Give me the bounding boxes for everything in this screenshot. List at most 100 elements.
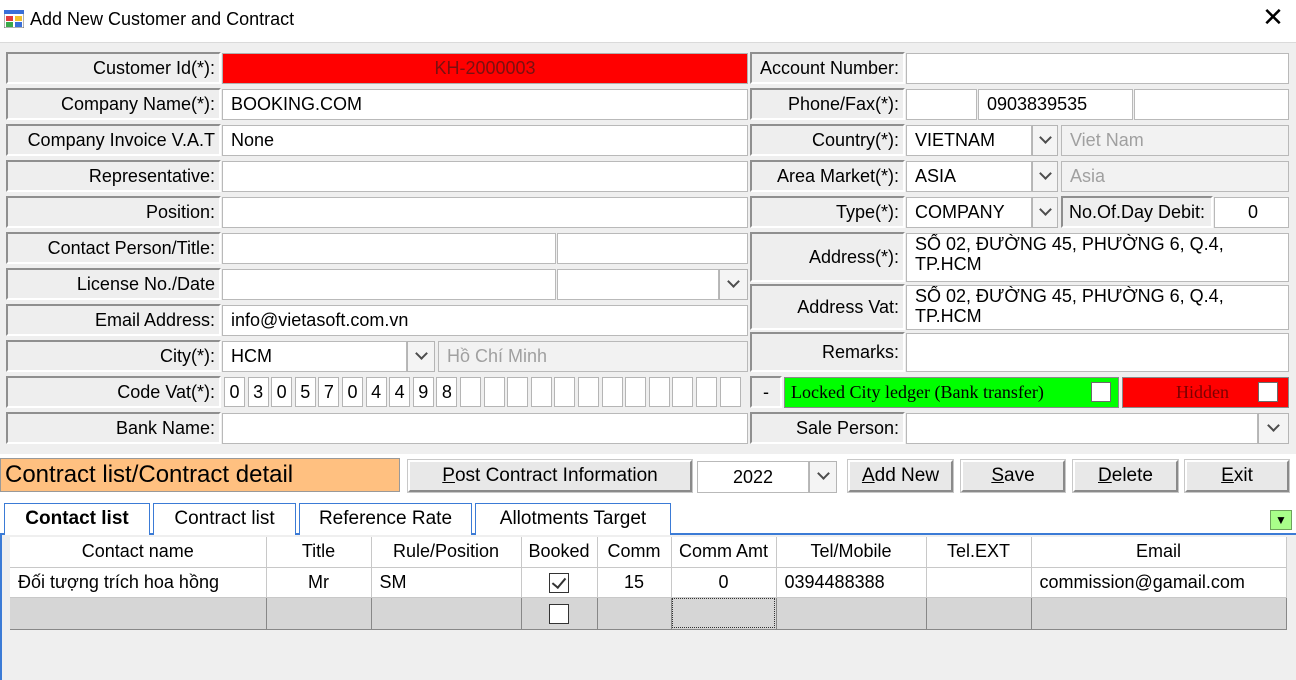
address-field[interactable]: SỐ 02, ĐƯỜNG 45, PHƯỜNG 6, Q.4, TP.HCM [906,233,1289,282]
bank-name-field[interactable] [222,413,748,444]
new-row-cell[interactable] [776,597,927,630]
representative-field[interactable] [222,161,748,192]
customer-id-field[interactable]: KH-2000003 [222,53,748,84]
new-row-cell[interactable] [926,597,1032,630]
column-header[interactable]: Booked [521,537,598,568]
code-vat-digit[interactable]: 8 [436,377,458,407]
delete-button[interactable]: Delete [1072,459,1179,493]
code-vat-digit[interactable] [648,377,670,407]
code-vat-digit[interactable]: 0 [271,377,293,407]
column-header[interactable]: Rule/Position [371,537,522,568]
country-dropdown-icon[interactable] [1032,125,1058,156]
position-field[interactable] [222,197,748,228]
new-record-row[interactable] [10,597,1287,630]
tab-contact-list[interactable]: Contact list [4,503,150,535]
new-row-cell[interactable] [266,597,372,630]
code-vat-digit[interactable]: 3 [247,377,269,407]
save-button[interactable]: Save [960,459,1066,493]
cell-comm-amt[interactable]: 0 [671,567,777,598]
phone-prefix-field[interactable] [906,89,977,120]
close-icon[interactable]: ✕ [1258,3,1288,33]
booked-cell[interactable] [521,567,598,598]
new-row-cell[interactable] [371,597,522,630]
city-dropdown-icon[interactable] [407,341,435,372]
code-vat-digit[interactable] [672,377,694,407]
license-number-field[interactable] [222,269,556,300]
code-vat-field[interactable]: 0305704498 [224,377,748,408]
tab-contract-list[interactable]: Contract list [153,503,296,535]
cell-title[interactable]: Mr [266,567,372,598]
code-vat-digit[interactable] [554,377,576,407]
add-new-button[interactable]: Add New [847,459,954,493]
contact-person-field[interactable] [222,233,556,264]
cell-rule[interactable]: SM [371,567,522,598]
license-date-dropdown-icon[interactable] [719,269,748,300]
code-vat-digit[interactable] [625,377,647,407]
new-row-booked-checkbox[interactable] [549,603,569,624]
column-header[interactable]: Comm [597,537,672,568]
post-contract-button[interactable]: Post Contract Information [407,459,693,493]
new-row-cell[interactable] [597,597,672,630]
table-row[interactable]: Đối tượng trích hoa hồng Mr SM 15 0 039448838… [10,567,1287,598]
type-select[interactable]: COMPANY [906,197,1032,228]
column-header[interactable]: Contact name [10,537,267,568]
column-header[interactable]: Tel/Mobile [776,537,927,568]
code-vat-digit[interactable] [719,377,741,407]
cell-contact-name[interactable]: Đối tượng trích hoa hồng [10,567,267,598]
new-row-cell[interactable] [671,597,777,630]
column-header[interactable]: Title [266,537,372,568]
sale-person-dropdown-icon[interactable] [1258,413,1289,444]
code-vat-digit[interactable] [483,377,505,407]
type-dropdown-icon[interactable] [1032,197,1058,228]
new-row-cell[interactable] [10,597,267,630]
booked-checkbox[interactable] [549,572,569,593]
column-header[interactable]: Comm Amt [671,537,777,568]
hidden-checkbox[interactable] [1258,382,1278,402]
code-vat-digit[interactable] [507,377,529,407]
city-select[interactable]: HCM [222,341,407,372]
code-vat-digit[interactable]: 0 [342,377,363,407]
cell-comm[interactable]: 15 [597,567,672,598]
code-vat-digit[interactable] [578,377,599,407]
code-vat-digit[interactable] [601,377,623,407]
exit-button[interactable]: Exit [1184,459,1290,493]
license-date-field[interactable] [557,269,719,300]
address-vat-field[interactable]: SỐ 02, ĐƯỜNG 45, PHƯỜNG 6, Q.4, TP.HCM [906,285,1289,330]
code-vat-digit[interactable]: 5 [294,377,316,407]
code-vat-digit[interactable] [696,377,717,407]
code-vat-digit[interactable]: 9 [412,377,434,407]
fax-field[interactable] [1134,89,1289,120]
remarks-field[interactable] [906,333,1289,372]
column-header[interactable]: Tel.EXT [926,537,1032,568]
code-vat-digit[interactable] [530,377,552,407]
debit-days-field[interactable]: 0 [1214,197,1289,228]
account-number-field[interactable] [906,53,1289,84]
code-vat-digit[interactable]: 4 [389,377,411,407]
sale-person-select[interactable] [906,413,1258,444]
email-field[interactable]: info@vietasoft.com.vn [222,305,748,336]
country-select[interactable]: VIETNAM [906,125,1032,156]
new-row-cell[interactable] [521,597,598,630]
tab-allotments-target[interactable]: Allotments Target [475,503,671,535]
panel-toggle-icon[interactable]: ▼ [1270,510,1292,530]
hidden-checkbox-area[interactable]: Hidden [1122,377,1289,408]
tab-reference-rate[interactable]: Reference Rate [299,503,472,535]
area-market-select[interactable]: ASIA [906,161,1032,192]
area-market-dropdown-icon[interactable] [1032,161,1058,192]
cell-tel[interactable]: 0394488388 [776,567,927,598]
cell-tel-ext[interactable] [926,567,1032,598]
contact-title-field[interactable] [557,233,748,264]
column-header[interactable]: Email [1031,537,1287,568]
phone-field[interactable]: 0903839535 [978,89,1133,120]
invoice-vat-field[interactable]: None [222,125,748,156]
new-row-cell[interactable] [1031,597,1287,630]
company-name-field[interactable]: BOOKING.COM [222,89,748,120]
year-dropdown-icon[interactable] [809,461,837,493]
year-select[interactable]: 2022 [697,461,809,493]
code-vat-digit[interactable]: 0 [224,377,245,407]
cell-email[interactable]: commission@gamail.com [1031,567,1287,598]
code-vat-digit[interactable]: 4 [365,377,387,407]
code-vat-digit[interactable] [460,377,481,407]
locked-city-ledger-checkbox[interactable] [1091,382,1111,402]
code-vat-digit[interactable]: 7 [318,377,340,407]
